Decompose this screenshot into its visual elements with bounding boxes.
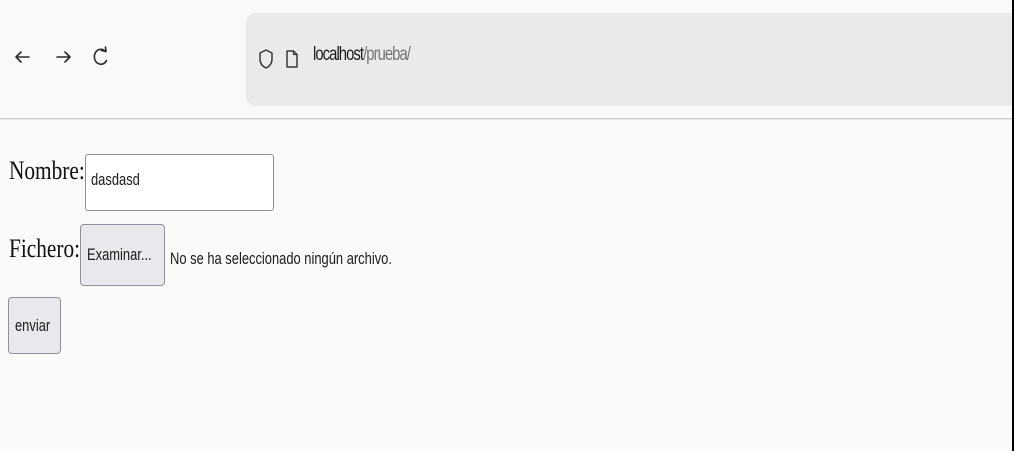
browser-window: localhost/prueba/ Nombre: dasdasd Ficher… [0, 0, 1014, 451]
shield-icon[interactable] [258, 48, 274, 70]
nombre-input-value: dasdasd [91, 170, 140, 189]
reload-button[interactable] [88, 40, 114, 74]
url-host: localhost [313, 44, 364, 65]
page-icon [286, 50, 298, 68]
forward-button[interactable] [50, 40, 76, 74]
fichero-label: Fichero: [9, 234, 81, 263]
browse-file-button-label: Examinar... [87, 245, 152, 264]
file-status-text: No se ha seleccionado ningún archivo. [170, 249, 392, 268]
browse-file-button[interactable]: Examinar... [80, 224, 165, 286]
browser-toolbar: localhost/prueba/ [0, 0, 1012, 119]
arrow-right-icon [56, 51, 71, 63]
reload-icon [93, 46, 108, 66]
nombre-input[interactable]: dasdasd [85, 154, 274, 211]
submit-button[interactable]: enviar [8, 297, 61, 354]
arrow-left-icon [15, 51, 30, 63]
url-path: /prueba/ [363, 44, 411, 65]
nombre-label: Nombre: [9, 156, 85, 185]
submit-button-label: enviar [15, 315, 51, 335]
back-button[interactable] [10, 40, 36, 74]
url-text[interactable]: localhost/prueba/ [313, 44, 411, 66]
page-content: Nombre: dasdasd Fichero: Examinar... No … [0, 119, 1012, 451]
